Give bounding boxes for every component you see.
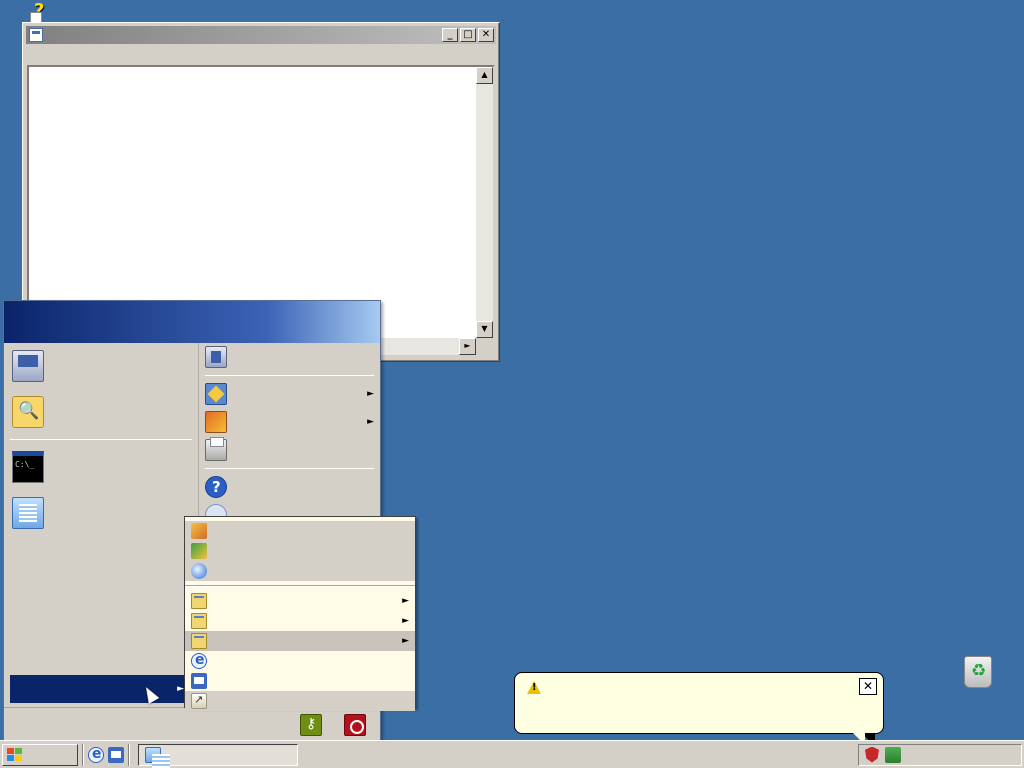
app-icon [191, 543, 207, 559]
control-panel-icon [205, 383, 227, 405]
menu-bar [27, 45, 495, 64]
menu-item-edit[interactable] [57, 48, 87, 62]
assistance-icon [191, 693, 207, 709]
internet-explorer-icon [191, 652, 207, 669]
notepad-icon [145, 746, 170, 768]
resize-grip[interactable] [476, 338, 493, 355]
program-group-folder-icon [191, 633, 207, 649]
separator [185, 585, 415, 587]
scroll-up-button[interactable]: ▲ [476, 67, 493, 84]
all-programs-submenu: ► ► ► [184, 516, 416, 711]
balloon-close-button[interactable]: ✕ [859, 678, 877, 695]
submenu-arrow-icon: ► [367, 417, 374, 427]
key-icon [300, 713, 322, 736]
submenu-folder-item[interactable]: ► [185, 631, 415, 651]
submenu-arrow-icon: ► [177, 684, 184, 694]
maximize-button[interactable]: □ [460, 28, 476, 42]
log-off-button[interactable] [300, 713, 328, 736]
recent-item-notepad[interactable] [4, 490, 198, 536]
right-item-printers[interactable] [199, 436, 380, 464]
menu-item-help[interactable] [147, 48, 177, 62]
right-item-control-panel[interactable]: ► [199, 380, 380, 408]
separator [10, 439, 192, 440]
system-tray [858, 743, 1022, 766]
right-item-help[interactable] [199, 473, 380, 501]
recycle-bin-icon [964, 656, 992, 688]
recycle-bin-label [940, 694, 1016, 718]
submenu-item-remote-assistance[interactable] [185, 691, 415, 711]
submenu-item[interactable] [185, 541, 415, 561]
start-menu-footer [4, 707, 380, 741]
submenu-item-internet-explorer[interactable] [185, 651, 415, 671]
submenu-arrow-icon: ► [367, 389, 374, 399]
vertical-scrollbar[interactable]: ▲ ▼ [476, 67, 493, 338]
notification-balloon[interactable]: ✕ [514, 672, 884, 745]
command-prompt-icon [12, 451, 44, 483]
window-titlebar[interactable]: _ □ ✕ [26, 26, 496, 44]
help-icon [205, 476, 227, 498]
start-menu-header [4, 301, 380, 343]
printer-icon [205, 437, 227, 461]
network-icon[interactable] [885, 746, 901, 763]
shut-down-button[interactable] [344, 713, 372, 736]
close-button[interactable]: ✕ [478, 28, 494, 42]
submenu-folder-item[interactable]: ► [185, 591, 415, 611]
right-item-my-computer[interactable] [199, 343, 380, 371]
scroll-down-button[interactable]: ▼ [476, 321, 493, 338]
windows-logo-icon [7, 747, 23, 762]
start-button[interactable] [2, 743, 78, 766]
submenu-arrow-icon: ► [402, 596, 409, 606]
minimize-button[interactable]: _ [442, 28, 458, 42]
window-app-icon [29, 28, 43, 42]
program-group-folder-icon [191, 613, 207, 629]
submenu-item[interactable] [185, 561, 415, 581]
recent-item-command-prompt[interactable] [4, 444, 198, 490]
programs-icon [205, 411, 227, 433]
security-alert-icon[interactable] [865, 746, 879, 763]
outlook-express-icon [191, 673, 207, 689]
submenu-item-outlook-express[interactable] [185, 671, 415, 691]
menu-item-format[interactable] [87, 48, 117, 62]
outlook-express-icon[interactable] [108, 746, 124, 763]
search-icon [12, 396, 44, 428]
power-icon [344, 713, 366, 736]
submenu-item[interactable] [185, 521, 415, 541]
app-icon [191, 563, 207, 579]
start-menu-left-column [4, 343, 198, 707]
notepad-icon [12, 497, 44, 529]
program-group-folder-icon [191, 593, 207, 609]
computer-icon [12, 350, 44, 382]
computer-icon [205, 346, 227, 368]
app-icon [191, 523, 207, 539]
separator [205, 375, 374, 376]
quick-launch [88, 746, 124, 763]
menu-item-view[interactable] [117, 48, 147, 62]
separator [205, 468, 374, 469]
pinned-item-computer[interactable] [4, 343, 198, 389]
warning-icon [527, 681, 541, 694]
taskbar-button-editor[interactable] [138, 743, 298, 768]
pinned-item-search[interactable] [4, 389, 198, 435]
submenu-arrow-icon: ► [402, 616, 409, 626]
recycle-bin-desktop-icon[interactable] [940, 656, 1016, 718]
right-item-programs[interactable]: ► [199, 408, 380, 436]
menu-item-file[interactable] [27, 48, 57, 62]
internet-explorer-icon[interactable] [88, 746, 104, 763]
scroll-right-button[interactable]: ► [459, 338, 476, 355]
taskbar [0, 740, 1024, 768]
submenu-arrow-icon: ► [402, 636, 409, 646]
all-programs-button[interactable]: ► [10, 675, 192, 703]
submenu-folder-item[interactable]: ► [185, 611, 415, 631]
